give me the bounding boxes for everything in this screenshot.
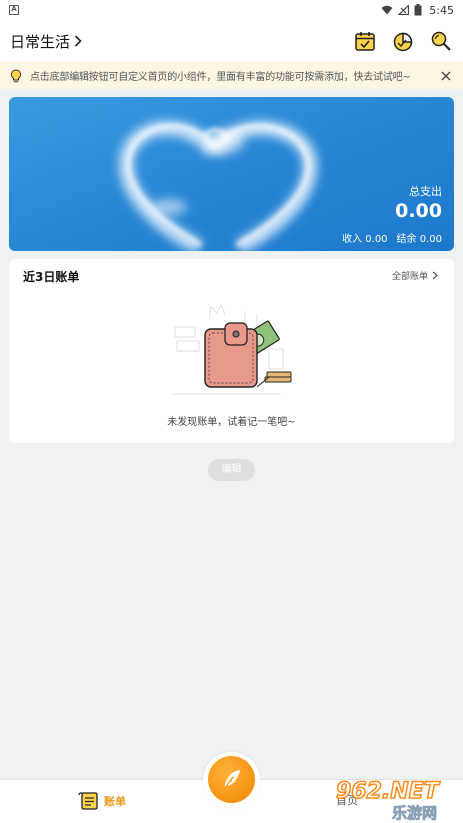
- calendar-check-icon: [355, 32, 375, 51]
- income-balance-row: 收入 0.00 结余 0.00: [342, 230, 442, 245]
- statistics-button[interactable]: [391, 29, 415, 53]
- add-record-button[interactable]: [208, 756, 255, 803]
- tab-bill-label: 账单: [104, 795, 126, 808]
- notification-icon: A: [9, 5, 19, 15]
- ledger-selector[interactable]: 日常生活: [10, 31, 82, 52]
- balance-item: 结余 0.00: [397, 230, 442, 245]
- signal-icon: [398, 5, 410, 15]
- calendar-button[interactable]: [353, 29, 377, 53]
- tip-banner: 点击底部编辑按钮可自定义首页的小组件，里面有丰富的功能可按需添加，快去试试吧~: [0, 62, 463, 89]
- chevron-right-icon: [432, 271, 438, 280]
- total-expense-label: 总支出: [409, 185, 442, 198]
- watermark-sub: 乐游网: [392, 804, 437, 822]
- empty-state-text: 未发现账单，试着记一笔吧~: [167, 417, 296, 428]
- income-value: 0.00: [365, 234, 388, 245]
- tip-text: 点击底部编辑按钮可自定义首页的小组件，里面有丰富的功能可按需添加，快去试试吧~: [30, 72, 411, 83]
- summary-banner[interactable]: 总支出 0.00 收入 0.00 结余 0.00: [9, 97, 454, 251]
- income-item: 收入 0.00: [342, 230, 387, 245]
- all-bills-label: 全部账单: [391, 272, 428, 282]
- site-watermark: 962.NET 乐游网: [335, 778, 441, 822]
- all-bills-link[interactable]: 全部账单: [392, 269, 438, 282]
- lightbulb-icon: [10, 68, 22, 82]
- income-label: 收入: [342, 234, 363, 245]
- app-header: 日常生活: [0, 20, 463, 62]
- status-time: 5:45: [429, 3, 454, 17]
- wifi-icon: [381, 5, 393, 15]
- tip-close-button[interactable]: [439, 69, 453, 83]
- status-bar: A 5:45: [0, 0, 463, 20]
- search-button[interactable]: [429, 29, 453, 53]
- total-expense-value: 0.00: [395, 200, 442, 222]
- battery-icon: [414, 4, 422, 16]
- edit-button[interactable]: 编辑: [208, 459, 255, 481]
- watermark-brand: 962.NET: [336, 779, 441, 804]
- recent-bills-title: 近3日账单: [23, 270, 80, 284]
- search-icon: [431, 31, 451, 51]
- recent-bills-card: 近3日账单 全部账单 未发现账单，试着记一笔吧~: [9, 259, 454, 443]
- pie-chart-icon: [393, 32, 413, 52]
- balance-value: 0.00: [419, 234, 442, 245]
- close-icon: [441, 71, 451, 80]
- page-title: 日常生活: [10, 32, 71, 51]
- empty-wallet-illustration: [173, 304, 292, 395]
- chevron-right-icon: [74, 35, 82, 47]
- feather-pen-icon: [223, 769, 240, 789]
- bill-scroll-icon: [78, 792, 98, 810]
- balance-label: 结余: [396, 234, 417, 245]
- tab-bill[interactable]: 账单: [78, 791, 126, 811]
- sky-heart-image: [119, 121, 318, 251]
